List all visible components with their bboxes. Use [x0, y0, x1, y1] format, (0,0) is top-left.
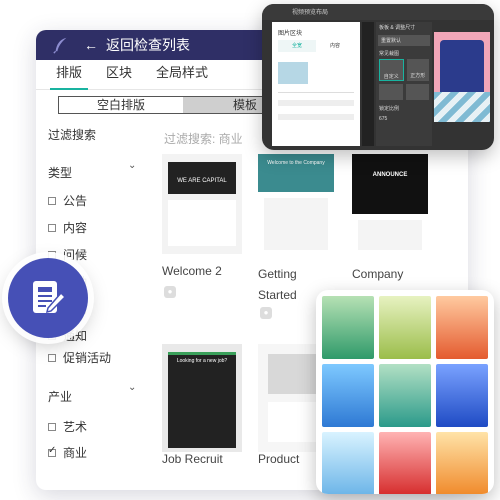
template-header: Looking for a new job? — [176, 358, 228, 364]
industry-item[interactable]: 商业 — [48, 444, 87, 461]
gallery-item[interactable] — [322, 432, 374, 494]
document-pencil-icon — [33, 281, 67, 314]
template-header: Welcome to the Company — [258, 154, 334, 192]
template-thumbnail-company-update[interactable]: ANNOUNCE — [352, 154, 428, 254]
checkbox[interactable] — [48, 422, 56, 431]
tab-layout[interactable]: 排版 — [44, 62, 94, 90]
filter-title: 过滤搜索 — [48, 128, 97, 142]
gallery-item[interactable] — [322, 296, 374, 359]
gallery-item[interactable] — [379, 364, 431, 427]
blank-layout-option[interactable]: 空白排版 — [59, 97, 183, 113]
preview-eye-icon[interactable]: ● — [260, 307, 272, 319]
back-arrow-icon[interactable]: ← — [84, 37, 98, 53]
editor-left-panel: 图片区块 全宽 内容 — [272, 22, 360, 146]
feather-logo-icon — [53, 37, 67, 54]
template-thumbnail-getting-started[interactable]: Welcome to the Company — [258, 154, 334, 254]
template-header: WE ARE CAPITAL — [168, 162, 236, 194]
editor-title: 视频预览布局 — [292, 10, 329, 16]
checkbox[interactable] — [48, 223, 56, 232]
gallery-item[interactable] — [379, 432, 431, 494]
template-label[interactable]: Job Recruit — [162, 452, 223, 466]
template-label[interactable]: Product — [258, 452, 299, 466]
chevron-down-icon[interactable]: ⌄ — [128, 382, 136, 393]
tab-global-styles[interactable]: 全局样式 — [144, 62, 220, 89]
template-gallery-panel — [316, 290, 494, 494]
type-item[interactable]: 内容 — [48, 219, 87, 236]
chevron-down-icon[interactable]: ⌄ — [128, 160, 136, 171]
template-header: ANNOUNCE — [352, 154, 428, 214]
crop-menu: 板板 & 调整尺寸 重置默认 常见裁图 自定义 正方形 锁定比例 675 — [376, 22, 432, 146]
filter-search-text: 过滤搜索: 商业 — [164, 132, 243, 146]
menu-resize[interactable]: 板板 & 调整尺寸 — [376, 22, 432, 33]
gallery-item[interactable] — [436, 296, 488, 359]
gallery-item[interactable] — [436, 364, 488, 427]
preview-eye-icon[interactable]: ● — [164, 286, 176, 298]
checkbox[interactable] — [48, 353, 56, 362]
panel-label: 图片区块 — [278, 31, 303, 37]
tab-blocks[interactable]: 区块 — [94, 62, 144, 89]
type-item[interactable]: 公告 — [48, 192, 87, 209]
template-label[interactable]: Welcome 2 — [162, 264, 222, 278]
crop-custom[interactable]: 自定义 — [379, 59, 404, 81]
image-preview — [434, 32, 490, 122]
checkbox[interactable] — [48, 196, 56, 205]
checkbox-checked[interactable] — [48, 445, 56, 457]
gallery-item[interactable] — [379, 296, 431, 359]
document-edit-icon — [8, 258, 88, 338]
back-to-checklist-link[interactable]: 返回检查列表 — [106, 35, 190, 55]
gallery-item[interactable] — [322, 364, 374, 427]
industry-group-title: 产业 — [48, 390, 73, 404]
template-thumbnail-welcome[interactable]: WE ARE CAPITAL — [162, 154, 242, 254]
type-group-title: 类型 — [48, 166, 73, 180]
option-full-width[interactable]: 全宽 — [278, 40, 316, 52]
industry-item[interactable]: 艺术 — [48, 418, 87, 435]
option-content[interactable]: 内容 — [316, 40, 354, 52]
template-thumbnail-job-recruit[interactable]: Looking for a new job? — [162, 344, 242, 452]
crop-square[interactable]: 正方形 — [406, 59, 429, 81]
gallery-item[interactable] — [436, 432, 488, 494]
menu-reset[interactable]: 重置默认 — [378, 35, 430, 46]
editor-preview-panel: 视频预览布局 图片区块 全宽 内容 板板 & 调整尺寸 重置默认 常见裁图 自定… — [262, 4, 494, 150]
menu-lock-ratio[interactable]: 锁定比例 — [376, 103, 432, 114]
size-value: 675 — [379, 116, 388, 122]
menu-common-crops: 常见裁图 — [379, 51, 400, 57]
type-item[interactable]: 促销活动 — [48, 349, 111, 366]
